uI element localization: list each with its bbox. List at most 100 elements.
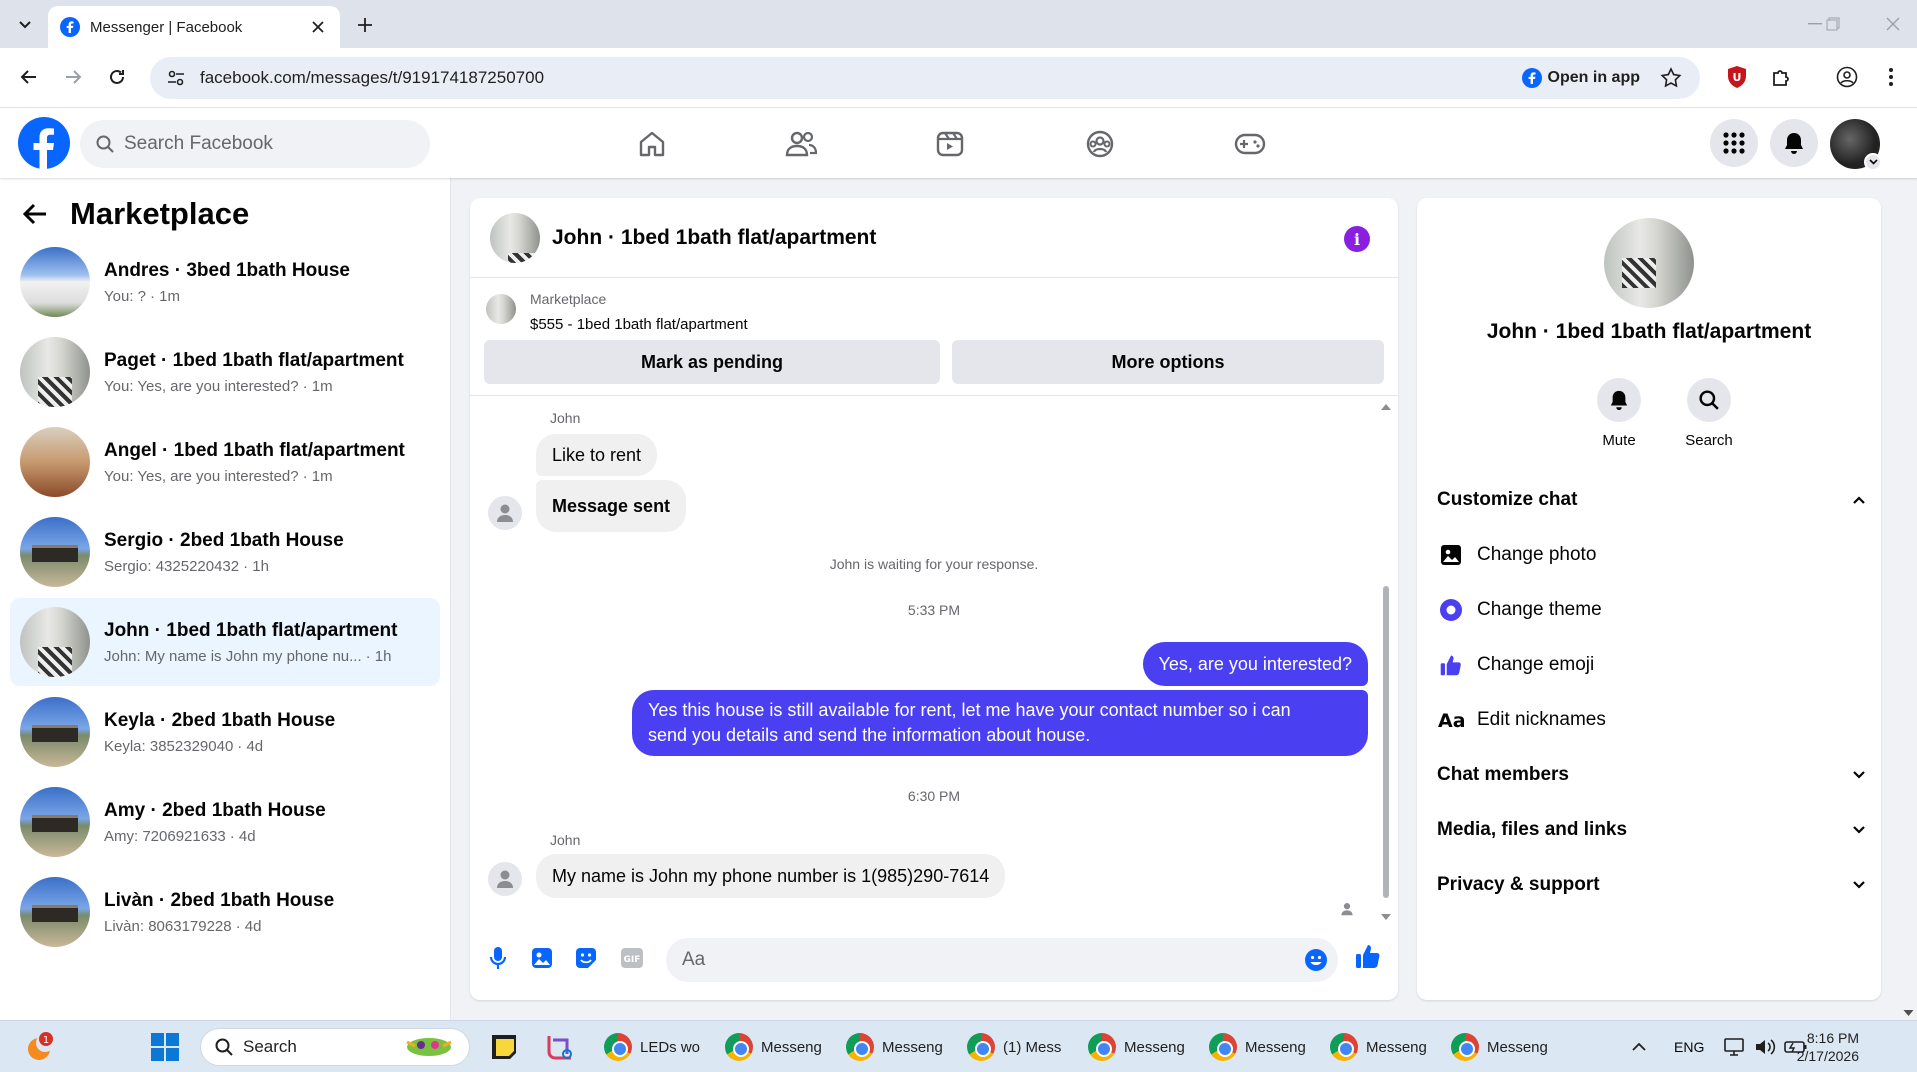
- weather-widget[interactable]: 1: [24, 1029, 56, 1065]
- tab-search-button[interactable]: [10, 10, 40, 38]
- conversation-item[interactable]: Amy · 2bed 1bath House Amy: 7206921633 · 4…: [10, 778, 440, 866]
- message-bubble[interactable]: Message sent: [536, 480, 687, 532]
- conversation-item[interactable]: Andres · 3bed 1bath House You: ? · 1m: [10, 238, 440, 326]
- friends-icon: [785, 131, 817, 157]
- conversation-time: · 4d: [229, 827, 256, 845]
- attach-photo-icon[interactable]: [528, 944, 556, 972]
- taskbar-chrome-window[interactable]: Messeng: [1088, 1029, 1192, 1065]
- taskbar-search-input[interactable]: [243, 1037, 403, 1057]
- notification-badge: 1: [43, 1035, 49, 1046]
- browser-menu-icon[interactable]: [1876, 62, 1906, 92]
- emoji-icon[interactable]: [1304, 948, 1328, 972]
- input-language[interactable]: ENG: [1674, 1029, 1704, 1065]
- change-theme-item[interactable]: Change theme: [1437, 590, 1865, 630]
- taskbar-chrome-window[interactable]: Messeng: [1451, 1029, 1555, 1065]
- profile-account-icon[interactable]: [1832, 62, 1862, 92]
- conversation-info-icon[interactable]: i: [1344, 226, 1370, 252]
- message-input-box[interactable]: [666, 938, 1338, 982]
- start-button[interactable]: [150, 1029, 180, 1065]
- network-icon[interactable]: [1724, 1029, 1746, 1065]
- video-nav-button[interactable]: [930, 126, 970, 162]
- open-in-app-label: Open in app: [1547, 69, 1640, 86]
- mute-button[interactable]: Mute: [1584, 378, 1654, 449]
- facebook-search-input[interactable]: [124, 133, 404, 155]
- conversation-item[interactable]: Livàn · 2bed 1bath House Livàn: 806317922…: [10, 868, 440, 956]
- taskbar-search-box[interactable]: [200, 1028, 470, 1066]
- chat-members-section[interactable]: Chat members: [1437, 755, 1865, 795]
- back-arrow-icon[interactable]: [22, 203, 48, 225]
- ublock-extension-icon[interactable]: U: [1722, 62, 1752, 92]
- restore-window-button[interactable]: [1818, 12, 1848, 36]
- contact-avatar[interactable]: [1604, 218, 1694, 308]
- message-bubble[interactable]: My name is John my phone number is 1(985…: [536, 854, 1006, 898]
- facebook-icon: [1521, 68, 1542, 88]
- listing-thumbnail[interactable]: [486, 294, 516, 324]
- windows-logo-icon: [151, 1033, 179, 1061]
- search-icon: [96, 135, 114, 153]
- timestamp: 5:33 PM: [907, 602, 961, 618]
- address-bar[interactable]: facebook.com/messages/t/919174187250700 …: [150, 57, 1700, 99]
- gaming-nav-button[interactable]: [1230, 126, 1270, 162]
- change-emoji-item[interactable]: Change emoji: [1437, 645, 1865, 685]
- search-in-conversation-button[interactable]: Search: [1674, 378, 1744, 449]
- message-scrollbar[interactable]: [1380, 402, 1392, 922]
- conversation-item[interactable]: Sergio · 2bed 1bath House Sergio: 4325220…: [10, 508, 440, 596]
- sticker-icon[interactable]: [572, 944, 600, 972]
- browser-tab-messenger[interactable]: Messenger | Facebook: [48, 6, 340, 48]
- extensions-puzzle-icon[interactable]: [1767, 62, 1797, 92]
- sticky-notes-app[interactable]: [490, 1029, 518, 1065]
- account-avatar[interactable]: [1830, 119, 1882, 171]
- back-button[interactable]: [14, 62, 44, 92]
- taskbar-chrome-window[interactable]: Messeng: [725, 1029, 829, 1065]
- more-options-button[interactable]: More options: [952, 340, 1384, 384]
- new-tab-button[interactable]: [352, 12, 378, 38]
- outgoing-message-bubble[interactable]: Yes this house is still available for re…: [632, 690, 1368, 756]
- close-window-button[interactable]: [1878, 12, 1908, 36]
- taskbar-chrome-window[interactable]: LEDs wo: [604, 1029, 708, 1065]
- taskbar-chrome-window[interactable]: (1) Mess: [967, 1029, 1071, 1065]
- thumbs-up-send-icon[interactable]: [1354, 942, 1382, 970]
- listing-title[interactable]: $555 - 1bed 1bath flat/apartment: [530, 316, 748, 333]
- facebook-logo[interactable]: [18, 117, 70, 169]
- menu-grid-button[interactable]: [1710, 119, 1758, 167]
- bookmark-star-icon[interactable]: [1660, 67, 1682, 89]
- sender-avatar[interactable]: [488, 862, 522, 896]
- taskbar-chrome-window[interactable]: Messeng: [1330, 1029, 1434, 1065]
- voice-clip-icon[interactable]: [484, 944, 512, 972]
- system-clock[interactable]: 8:16 PM 2/17/2026: [1797, 1029, 1859, 1065]
- conversation-item[interactable]: Paget · 1bed 1bath flat/apartment You: Ye…: [10, 328, 440, 416]
- message-bubble[interactable]: Like to rent: [536, 434, 658, 476]
- snipping-tool-app[interactable]: [545, 1029, 575, 1065]
- friends-nav-button[interactable]: [781, 126, 821, 162]
- change-photo-item[interactable]: Change photo: [1437, 535, 1865, 575]
- conversation-item[interactable]: John · 1bed 1bath flat/apartment John: My…: [10, 598, 440, 686]
- facebook-search-box[interactable]: [80, 120, 430, 168]
- message-input[interactable]: [682, 949, 1282, 971]
- notifications-button[interactable]: [1770, 119, 1818, 167]
- media-files-links-section[interactable]: Media, files and links: [1437, 810, 1865, 850]
- volume-icon[interactable]: [1754, 1029, 1776, 1065]
- privacy-support-section[interactable]: Privacy & support: [1437, 865, 1865, 905]
- reload-button[interactable]: [102, 62, 132, 92]
- taskbar-chrome-window[interactable]: Messeng: [846, 1029, 950, 1065]
- gif-icon[interactable]: GIF: [618, 944, 646, 972]
- chat-avatar[interactable]: [490, 212, 540, 263]
- sender-avatar[interactable]: [488, 496, 522, 530]
- conversation-time: · 1h: [365, 647, 392, 665]
- site-info-icon[interactable]: [166, 68, 186, 88]
- edit-nicknames-item[interactable]: Aa Edit nicknames: [1437, 700, 1865, 740]
- open-in-app-button[interactable]: Open in app: [1521, 68, 1640, 88]
- home-nav-button[interactable]: [632, 126, 672, 162]
- taskbar-chrome-window[interactable]: Messeng: [1209, 1029, 1313, 1065]
- forward-button[interactable]: [58, 62, 88, 92]
- groups-nav-button[interactable]: [1080, 126, 1120, 162]
- page-scrollbar[interactable]: [1900, 108, 1917, 1020]
- chat-title[interactable]: John · 1bed 1bath flat/apartment: [552, 226, 876, 250]
- conversation-item[interactable]: Keyla · 2bed 1bath House Keyla: 385232904…: [10, 688, 440, 776]
- close-tab-icon[interactable]: [308, 17, 328, 37]
- outgoing-message-bubble[interactable]: Yes, are you interested?: [1142, 642, 1368, 686]
- show-hidden-icons[interactable]: [1632, 1029, 1646, 1065]
- customize-chat-section[interactable]: Customize chat: [1437, 480, 1865, 520]
- mark-as-pending-button[interactable]: Mark as pending: [484, 340, 940, 384]
- conversation-item[interactable]: Angel · 1bed 1bath flat/apartment You: Ye…: [10, 418, 440, 506]
